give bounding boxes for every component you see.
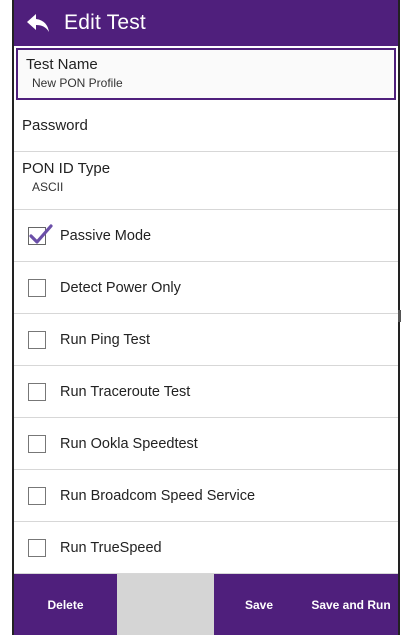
run-broadcom-speed-service-checkbox[interactable] — [28, 486, 46, 505]
pon-id-type-label: PON ID Type — [22, 160, 111, 177]
action-bar: Delete Save Save and Run — [14, 574, 398, 635]
run-traceroute-test-checkbox[interactable] — [28, 382, 46, 401]
pon-id-type-value: ASCII — [32, 180, 64, 194]
save-button[interactable]: Save — [214, 574, 304, 635]
run-traceroute-test-label: Run Traceroute Test — [60, 383, 191, 400]
title-bar: Edit Test — [14, 0, 398, 46]
run-broadcom-speed-service-label: Run Broadcom Speed Service — [60, 487, 256, 504]
passive-mode-option[interactable]: Passive Mode — [14, 210, 398, 262]
scrollbar[interactable] — [398, 310, 401, 322]
delete-button[interactable]: Delete — [14, 574, 117, 635]
app-frame: Edit Test Test Name New PON Profile Pass… — [12, 0, 401, 635]
passive-mode-checkbox[interactable] — [28, 223, 53, 245]
detect-power-only-label: Detect Power Only — [60, 279, 181, 296]
pon-id-type-field[interactable]: PON ID Type ASCII — [14, 152, 398, 210]
test-name-label: Test Name — [26, 56, 98, 73]
test-name-value: New PON Profile — [32, 76, 123, 90]
run-ping-test-checkbox[interactable] — [28, 330, 46, 349]
detect-power-only-option[interactable]: Detect Power Only — [14, 262, 398, 314]
test-name-field[interactable]: Test Name New PON Profile — [16, 48, 396, 100]
checkmark-icon — [29, 223, 53, 244]
run-traceroute-test-option[interactable]: Run Traceroute Test — [14, 366, 398, 418]
password-field[interactable]: Password — [14, 100, 398, 152]
run-ookla-speedtest-option[interactable]: Run Ookla Speedtest — [14, 418, 398, 470]
run-ookla-speedtest-checkbox[interactable] — [28, 434, 46, 453]
run-ookla-speedtest-label: Run Ookla Speedtest — [60, 435, 198, 452]
run-truespeed-checkbox[interactable] — [28, 538, 46, 557]
run-ping-test-option[interactable]: Run Ping Test — [14, 314, 398, 366]
run-truespeed-label: Run TrueSpeed — [60, 539, 162, 556]
run-truespeed-option[interactable]: Run TrueSpeed — [14, 522, 398, 574]
page-title: Edit Test — [64, 11, 146, 34]
action-bar-spacer — [117, 574, 214, 635]
back-arrow-icon[interactable] — [20, 5, 56, 41]
detect-power-only-checkbox[interactable] — [28, 278, 46, 297]
run-ping-test-label: Run Ping Test — [60, 331, 151, 348]
run-broadcom-speed-service-option[interactable]: Run Broadcom Speed Service — [14, 470, 398, 522]
password-label: Password — [22, 117, 88, 134]
passive-mode-label: Passive Mode — [60, 227, 152, 244]
form-content: Test Name New PON Profile Password PON I… — [14, 46, 398, 574]
save-and-run-button[interactable]: Save and Run — [304, 574, 398, 635]
